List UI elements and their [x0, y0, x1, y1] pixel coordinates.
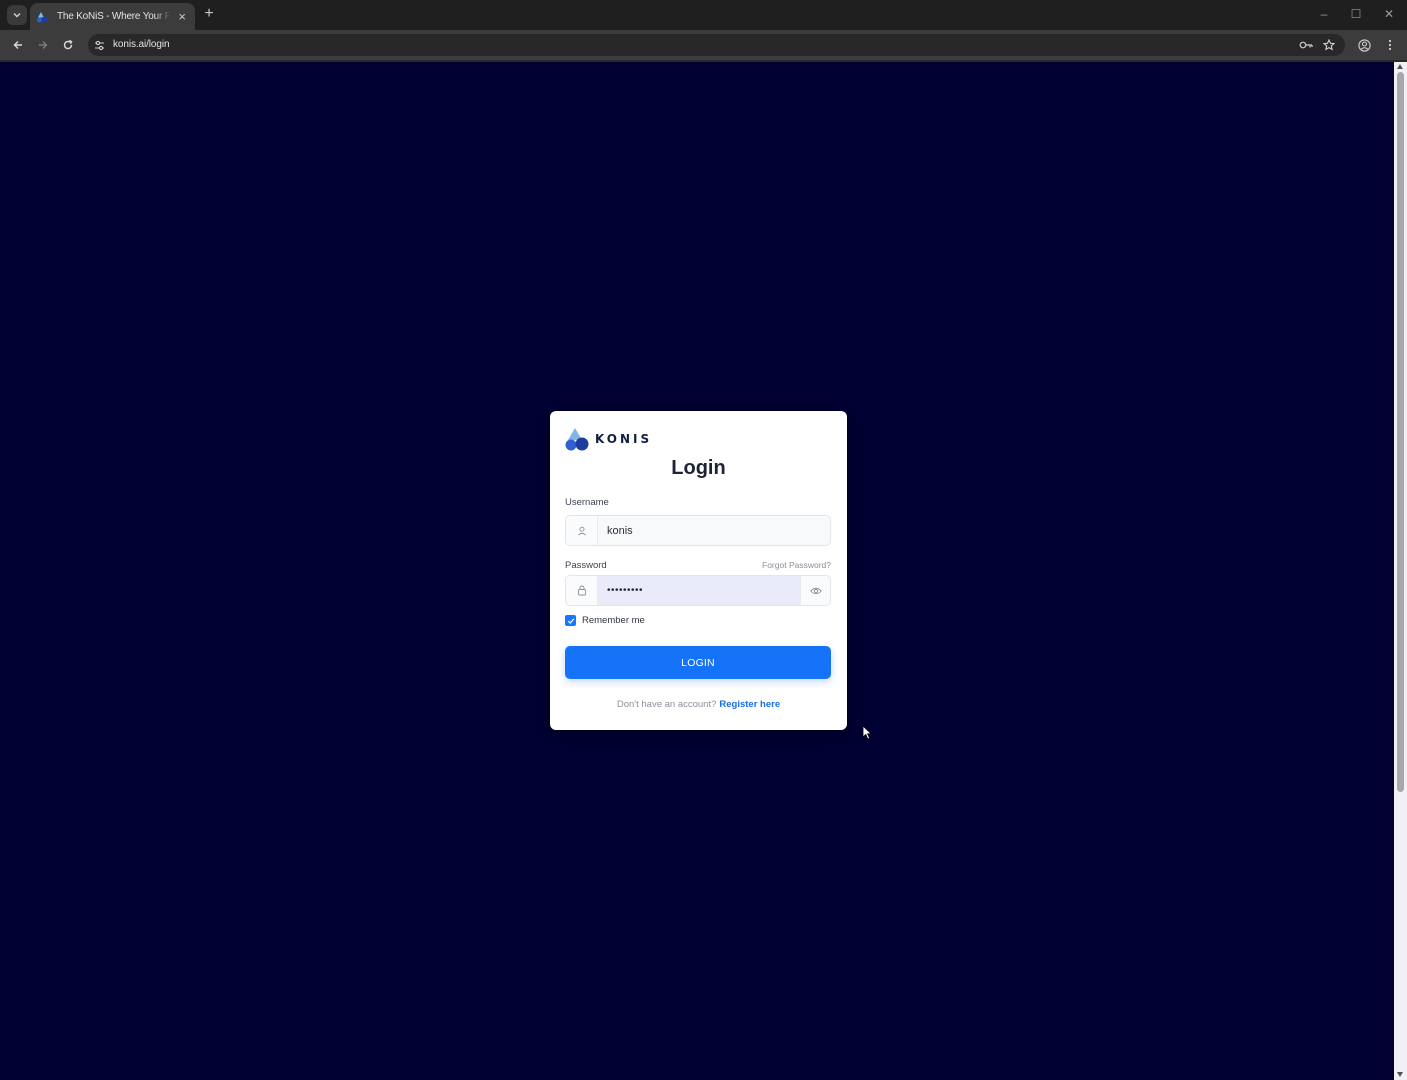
mouse-cursor-icon: [862, 725, 872, 740]
eye-icon: [809, 587, 822, 594]
lock-icon: [577, 585, 586, 596]
address-bar[interactable]: [88, 34, 1345, 56]
remember-me[interactable]: Remember me: [565, 615, 645, 626]
tune-icon: [94, 40, 104, 50]
tab-title: The KoNiS - Where Your Future: [57, 11, 171, 22]
forgot-password-link[interactable]: Forgot Password?: [762, 560, 831, 570]
tab-strip: The KoNiS - Where Your Future × + – ☐ ✕: [0, 0, 1407, 30]
reload-button[interactable]: [59, 36, 77, 54]
key-icon: [1299, 41, 1313, 49]
user-icon: [577, 526, 586, 535]
back-button[interactable]: [9, 36, 27, 54]
password-field[interactable]: •••••••••: [565, 575, 831, 606]
chevron-down-icon: [13, 13, 21, 18]
browser-menu-button[interactable]: [1382, 37, 1398, 53]
register-prompt: Don't have an account? Register here: [550, 699, 847, 710]
arrow-left-icon: [13, 41, 22, 49]
scroll-down-icon[interactable]: [1397, 1072, 1403, 1077]
login-button[interactable]: LOGIN: [565, 646, 831, 679]
username-icon-box: [566, 516, 598, 545]
minimize-button[interactable]: –: [1315, 6, 1333, 22]
star-icon: [1323, 39, 1335, 51]
toggle-password-button[interactable]: [800, 576, 830, 605]
new-tab-button[interactable]: +: [200, 5, 218, 23]
maximize-button[interactable]: ☐: [1347, 6, 1365, 22]
browser-tab[interactable]: The KoNiS - Where Your Future ×: [30, 3, 195, 30]
forward-button[interactable]: [34, 36, 52, 54]
username-input[interactable]: konis: [598, 516, 830, 545]
url-text[interactable]: konis.ai/login: [113, 39, 170, 50]
bookmark-button[interactable]: [1321, 37, 1337, 53]
remember-me-label[interactable]: Remember me: [582, 615, 645, 626]
brand-logo: KONIS: [565, 427, 652, 451]
scroll-up-icon[interactable]: [1397, 64, 1403, 69]
site-info-button[interactable]: [92, 38, 106, 52]
vertical-scrollbar[interactable]: [1394, 62, 1407, 1080]
tab-search-button[interactable]: [7, 5, 27, 25]
close-tab-icon[interactable]: ×: [175, 10, 189, 23]
register-link[interactable]: Register here: [719, 699, 780, 710]
password-icon-box: [566, 576, 598, 605]
page-title: Login: [671, 457, 726, 479]
close-window-button[interactable]: ✕: [1380, 6, 1398, 22]
profile-button[interactable]: [1356, 37, 1372, 53]
username-field[interactable]: konis: [565, 515, 831, 546]
remember-me-checkbox[interactable]: [565, 615, 576, 626]
arrow-right-icon: [39, 41, 48, 49]
reload-icon: [63, 39, 73, 50]
register-prompt-text: Don't have an account?: [616, 699, 717, 710]
password-manager-button[interactable]: [1298, 37, 1314, 53]
login-card: KONIS Login Username konis Password Forg…: [550, 411, 847, 730]
password-input[interactable]: •••••••••: [598, 576, 800, 605]
scroll-thumb[interactable]: [1397, 72, 1404, 792]
brand-name: KONIS: [595, 432, 653, 446]
password-label: Password: [565, 560, 607, 571]
username-label: Username: [565, 497, 609, 508]
kebab-menu-icon: [1388, 39, 1392, 51]
check-icon: [567, 618, 574, 624]
konis-logo-icon: [37, 11, 48, 22]
konis-logo-icon: [565, 428, 589, 451]
profile-icon: [1357, 38, 1371, 52]
